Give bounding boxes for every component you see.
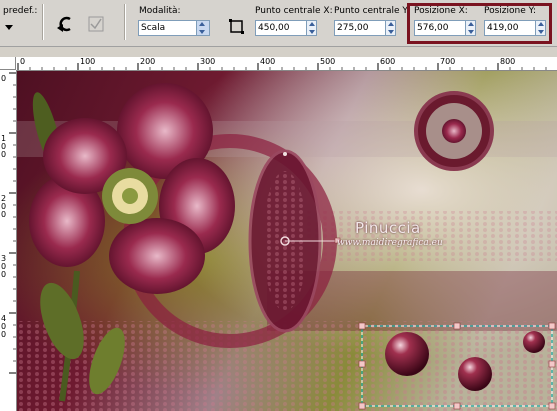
- center-x-input[interactable]: 450,00: [255, 20, 307, 36]
- horizontal-ruler: 0 100 200 300 400 500 600 700 800: [16, 57, 557, 71]
- watermark-name: Pinuccia: [355, 219, 421, 237]
- separator: [42, 4, 44, 40]
- ruler-tick-label: 200: [1, 194, 7, 219]
- ruler-tick-label: 500: [320, 57, 336, 66]
- ruler-tick-label: 400: [260, 57, 276, 66]
- center-x-label: Punto centrale X:: [255, 6, 333, 16]
- center-x-spinner[interactable]: [306, 20, 317, 36]
- ruler-tick-label: 0: [20, 57, 26, 66]
- image-canvas[interactable]: Pinuccia www.maidiregrafica.eu: [17, 71, 557, 411]
- watermark-url: www.maidiregrafica.eu: [337, 238, 443, 248]
- preset-dropdown-icon[interactable]: [2, 20, 16, 34]
- center-y-input[interactable]: 275,00: [334, 20, 386, 36]
- ruler-tick-label: 0: [1, 74, 7, 83]
- ruler-tick-label: 700: [440, 57, 456, 66]
- separator: [124, 4, 126, 40]
- artwork: [17, 71, 557, 411]
- mode-label: Modalità:: [139, 6, 181, 16]
- position-highlight-frame: [407, 3, 552, 44]
- mode-dropdown-button[interactable]: [196, 20, 210, 36]
- vertical-ruler: 0 100 200 300 400: [0, 70, 17, 411]
- ruler-tick-label: 100: [1, 134, 7, 159]
- transform-icon[interactable]: [227, 17, 247, 37]
- preset-label: predef.:: [3, 6, 38, 16]
- ruler-tick-label: 100: [80, 57, 96, 66]
- ruler-tick-label: 600: [380, 57, 396, 66]
- apply-icon[interactable]: [86, 14, 106, 34]
- tool-options-toolbar: predef.: Modalità: Scala Punto centrale …: [0, 0, 557, 47]
- ruler-tick-label: 400: [1, 314, 7, 339]
- center-y-spinner[interactable]: [385, 20, 396, 36]
- mode-select[interactable]: Scala: [138, 20, 198, 36]
- toolbar-gap: [0, 47, 557, 57]
- center-y-label: Punto centrale Y:: [334, 6, 410, 16]
- ruler-tick-label: 200: [140, 57, 156, 66]
- ruler-tick-label: 300: [200, 57, 216, 66]
- ruler-tick-label: 300: [1, 254, 7, 279]
- ruler-tick-label: 800: [500, 57, 516, 66]
- reset-icon[interactable]: [55, 14, 75, 34]
- ruler-corner: [0, 57, 16, 70]
